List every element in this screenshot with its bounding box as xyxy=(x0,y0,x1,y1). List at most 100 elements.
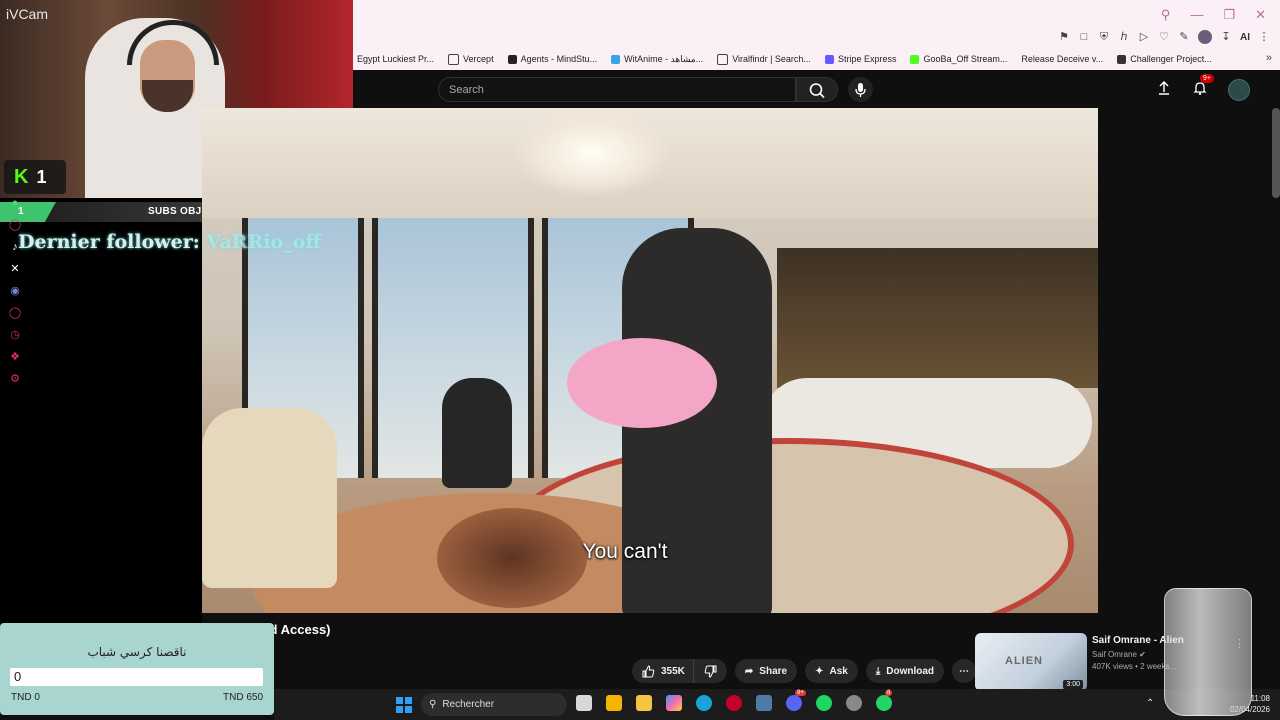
sparkle-icon: ✦ xyxy=(815,665,824,677)
mindstudio-icon xyxy=(507,54,517,64)
photos-icon[interactable] xyxy=(756,695,772,711)
close-button[interactable]: ✕ xyxy=(1255,8,1266,22)
instagram-icon[interactable]: ◯ xyxy=(8,218,22,232)
start-button[interactable] xyxy=(396,697,412,713)
bookmark-item[interactable]: Release Deceive v... xyxy=(1021,54,1103,64)
video-actions: 355K ➦ Share ✦ Ask ⤓ Download ⋯ xyxy=(632,659,977,683)
whatsapp-icon[interactable]: ● xyxy=(8,196,22,210)
store-icon[interactable] xyxy=(606,695,622,711)
chevron-right-icon[interactable]: » xyxy=(1266,52,1272,64)
like-count: 355K xyxy=(661,665,685,677)
screenshot-icon[interactable]: □ xyxy=(1078,31,1090,43)
last-follower: Dernier follower: VaRRio_off xyxy=(18,231,321,253)
search-input[interactable]: Search xyxy=(438,77,796,102)
shield-icon[interactable]: ⛨ xyxy=(1098,31,1110,43)
recommended-channel[interactable]: Saif Omrane ✔ xyxy=(1092,650,1146,659)
puzzle-icon[interactable]: ❖ xyxy=(8,350,22,364)
file-explorer-icon[interactable] xyxy=(636,695,652,711)
tray-chevron-up-icon[interactable]: ⌃ xyxy=(1146,698,1154,709)
page-icon xyxy=(448,53,460,65)
extensions-bar: ⚑ □ ⛨ ℎ ▷ ♡ ✎ ↧ AI ⋮ xyxy=(1058,30,1270,44)
video-duration: 3:00 xyxy=(1063,680,1083,689)
play-circle-icon[interactable]: ◯ xyxy=(8,306,22,320)
dislike-button[interactable] xyxy=(692,659,727,683)
notifications-button[interactable]: 9+ xyxy=(1192,73,1214,101)
spotify-icon[interactable] xyxy=(816,695,832,711)
more-icon: ⋯ xyxy=(959,665,970,677)
download-button[interactable]: ⤓ Download xyxy=(865,659,945,683)
menu-kebab-icon[interactable]: ⋮ xyxy=(1258,31,1270,43)
browser-titlebar: ⚲ — ❐ ✕ ⚑ □ ⛨ ℎ ▷ ♡ ✎ ↧ AI ⋮ xyxy=(353,0,1280,48)
profile-avatar[interactable] xyxy=(1198,30,1212,44)
bookmark-item[interactable]: Viralfindr | Search... xyxy=(717,53,811,65)
voice-search-button[interactable] xyxy=(848,77,873,102)
task-view-icon[interactable] xyxy=(576,695,592,711)
video-chandelier xyxy=(512,108,672,198)
webcam-label: iVCam xyxy=(6,6,49,22)
play-icon[interactable]: ▷ xyxy=(1138,31,1150,43)
download-icon[interactable]: ↧ xyxy=(1220,31,1232,43)
taskbar-search[interactable]: ⚲ Rechercher xyxy=(421,693,567,716)
discord-icon[interactable]: ◉ xyxy=(8,284,22,298)
stripe-icon xyxy=(824,54,834,64)
follower-label: Dernier follower: xyxy=(18,231,200,253)
bookmark-item[interactable]: Stripe Express xyxy=(824,54,896,64)
thumbs-up-icon xyxy=(642,664,655,677)
challenger-icon xyxy=(1117,54,1127,64)
kick-icon xyxy=(910,54,920,64)
like-button[interactable]: 355K xyxy=(632,659,693,683)
thumbs-down-icon xyxy=(704,665,717,678)
settings-icon[interactable]: ⚙ xyxy=(8,372,22,386)
ai-assistant-button[interactable]: AI xyxy=(1240,32,1250,43)
x-icon[interactable]: ✕ xyxy=(8,262,22,276)
edge-icon[interactable] xyxy=(696,695,712,711)
video-player[interactable]: You can't xyxy=(202,108,1098,613)
overlay-panel xyxy=(0,198,202,623)
discord-icon[interactable]: 9+ xyxy=(786,690,806,711)
copilot-icon[interactable] xyxy=(666,695,682,711)
donation-title: ناقصنا كرسي شباب xyxy=(87,645,187,659)
upload-icon xyxy=(1159,80,1169,95)
youtube-header: Search 9+ xyxy=(353,70,1280,108)
search-icon: ⚲ xyxy=(429,699,437,710)
maximize-button[interactable]: ❐ xyxy=(1223,8,1235,22)
bookmark-item[interactable]: Vercept xyxy=(448,53,494,65)
discord-badge: 9+ xyxy=(795,690,806,696)
windows-taskbar: ⚲ Rechercher 9+ 8 ⌃ 11:08 02/04/2026 xyxy=(274,689,1280,720)
witanime-icon xyxy=(611,54,621,64)
bookmark-icon[interactable]: ⚑ xyxy=(1058,31,1070,43)
follower-name: VaRRio_off xyxy=(206,231,321,253)
donation-min: TND 0 xyxy=(11,692,40,703)
extensions-icon[interactable]: ✎ xyxy=(1178,31,1190,43)
thumbnail-text: ALIEN xyxy=(1005,655,1043,667)
more-actions-button[interactable]: ⋯ xyxy=(952,659,977,683)
minimize-button[interactable]: — xyxy=(1190,8,1203,22)
account-avatar[interactable] xyxy=(1228,79,1250,101)
kick-viewer-count: 1 xyxy=(36,166,47,187)
upload-button[interactable] xyxy=(1156,80,1172,101)
glass-object xyxy=(1164,588,1252,716)
bookmark-item[interactable]: Challenger Project... xyxy=(1117,54,1212,64)
verified-icon: ✔ xyxy=(1139,650,1146,659)
search-tabs-icon[interactable]: ⚲ xyxy=(1161,8,1171,22)
search-icon xyxy=(809,83,825,99)
chrome-icon[interactable] xyxy=(846,695,862,711)
ask-button[interactable]: ✦ Ask xyxy=(805,659,858,683)
translate-icon[interactable]: ℎ xyxy=(1118,31,1130,43)
social-sidebar: ● ◯ ♪ ✕ ◉ ◯ ◷ ❖ ⚙ xyxy=(8,196,22,386)
donation-goal-widget: ناقصنا كرسي شباب 0 TND 0 TND 650 xyxy=(0,623,274,715)
bookmark-item[interactable]: Agents - MindStu... xyxy=(507,54,597,64)
bookmark-item[interactable]: GooBa_Off Stream... xyxy=(910,54,1007,64)
donation-current: 0 xyxy=(14,669,22,684)
heart-icon[interactable]: ♡ xyxy=(1158,31,1170,43)
whatsapp-icon[interactable]: 8 xyxy=(876,690,893,711)
opera-icon[interactable] xyxy=(726,695,742,711)
search-button[interactable] xyxy=(796,77,838,102)
recommended-thumbnail[interactable]: ALIEN 3:00 xyxy=(975,633,1087,691)
clock-icon[interactable]: ◷ xyxy=(8,328,22,342)
header-actions: 9+ xyxy=(1156,73,1250,101)
bookmark-item[interactable]: WitAnime - مشاهد... xyxy=(611,54,703,65)
page-scrollbar[interactable] xyxy=(1272,108,1280,198)
share-button[interactable]: ➦ Share xyxy=(734,659,798,683)
bookmark-item[interactable]: Egypt Luckiest Pr... xyxy=(357,54,434,64)
